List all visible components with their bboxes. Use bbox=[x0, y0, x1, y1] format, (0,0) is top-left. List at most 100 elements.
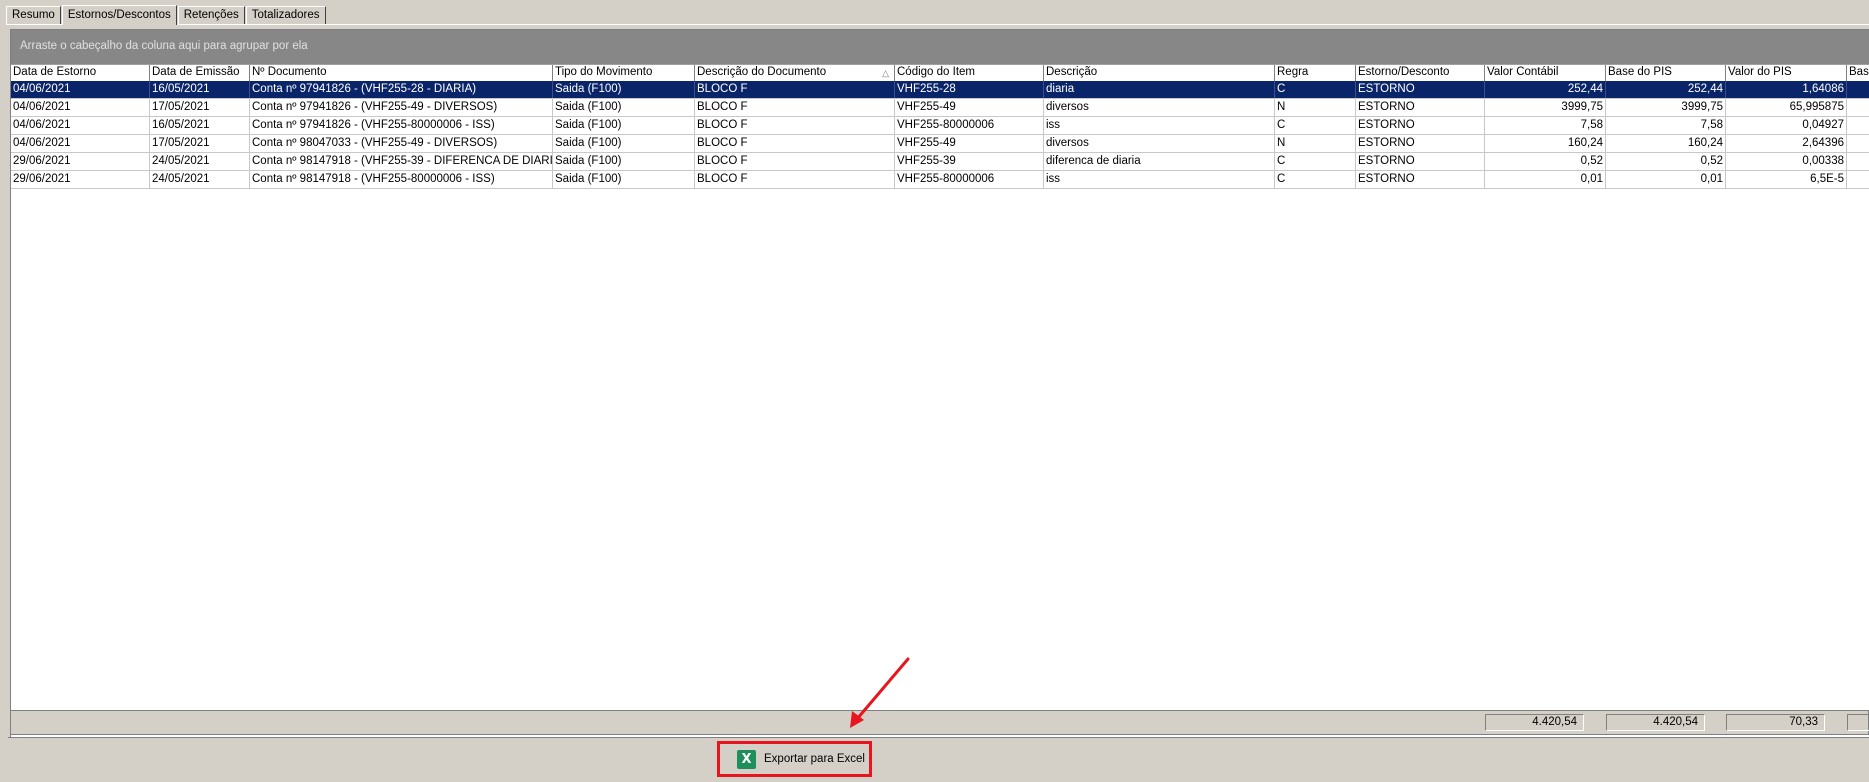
table-cell: 6,5E-5 bbox=[1726, 171, 1847, 188]
table-cell bbox=[1847, 171, 1869, 188]
table-cell: C bbox=[1275, 117, 1356, 134]
tab-resumo[interactable]: Resumo bbox=[6, 6, 61, 24]
table-cell: 0,01 bbox=[1606, 171, 1726, 188]
column-header[interactable]: Tipo do Movimento bbox=[553, 65, 695, 81]
table-row[interactable]: 04/06/2021 16/05/2021 Conta nº 97941826 - … bbox=[11, 81, 1869, 99]
table-cell: diversos bbox=[1044, 99, 1275, 116]
column-header[interactable]: Código do Item bbox=[895, 65, 1044, 81]
table-cell: ESTORNO bbox=[1356, 117, 1485, 134]
table-cell: iss bbox=[1044, 171, 1275, 188]
table-cell: ESTORNO bbox=[1356, 153, 1485, 170]
column-header-label: Descrição bbox=[1046, 66, 1098, 78]
table-cell: 252,44 bbox=[1485, 81, 1606, 98]
sort-ascending-icon: △ bbox=[882, 68, 889, 78]
column-header[interactable]: Regra bbox=[1275, 65, 1356, 81]
total-base-cut bbox=[1847, 714, 1869, 731]
table-cell: diversos bbox=[1044, 135, 1275, 152]
table-cell bbox=[1847, 99, 1869, 116]
group-by-panel[interactable]: Arraste o cabeçalho da coluna aqui para … bbox=[11, 30, 1869, 64]
tab-estornos-descontos[interactable]: Estornos/Descontos bbox=[61, 5, 177, 25]
table-cell bbox=[1847, 153, 1869, 170]
tab-strip: Resumo Estornos/Descontos Retenções Totaliz… bbox=[6, 4, 327, 25]
table-cell: iss bbox=[1044, 117, 1275, 134]
table-cell: 160,24 bbox=[1485, 135, 1606, 152]
table-cell: 24/05/2021 bbox=[150, 153, 250, 170]
data-grid: Arraste o cabeçalho da coluna aqui para … bbox=[10, 29, 1869, 737]
table-row[interactable]: 04/06/2021 16/05/2021 Conta nº 97941826 - … bbox=[11, 117, 1869, 135]
tab-reten-es[interactable]: Retenções bbox=[177, 6, 245, 24]
column-header-label: Valor do PIS bbox=[1728, 66, 1792, 78]
table-cell: 7,58 bbox=[1606, 117, 1726, 134]
total-valor-pis: 70,33 bbox=[1726, 714, 1825, 731]
table-cell: diferenca de diaria bbox=[1044, 153, 1275, 170]
column-header[interactable]: Nº Documento bbox=[250, 65, 553, 81]
table-cell: Saida (F100) bbox=[553, 81, 695, 98]
table-cell: N bbox=[1275, 135, 1356, 152]
table-row[interactable]: 29/06/2021 24/05/2021 Conta nº 98147918 - … bbox=[11, 153, 1869, 171]
table-cell: 04/06/2021 bbox=[11, 81, 150, 98]
table-cell: 0,04927 bbox=[1726, 117, 1847, 134]
table-cell: VHF255-80000006 bbox=[895, 171, 1044, 188]
table-cell: BLOCO F bbox=[695, 135, 895, 152]
table-cell: 3999,75 bbox=[1485, 99, 1606, 116]
table-cell: C bbox=[1275, 171, 1356, 188]
column-header-label: Regra bbox=[1277, 66, 1309, 78]
table-cell: 17/05/2021 bbox=[150, 135, 250, 152]
table-row[interactable]: 29/06/2021 24/05/2021 Conta nº 98147918 - … bbox=[11, 171, 1869, 189]
total-base-pis: 4.420,54 bbox=[1606, 714, 1705, 731]
excel-icon: X bbox=[737, 749, 756, 769]
table-cell: VHF255-80000006 bbox=[895, 117, 1044, 134]
column-header[interactable]: Valor do PIS bbox=[1726, 65, 1847, 81]
table-cell: BLOCO F bbox=[695, 99, 895, 116]
table-cell bbox=[1847, 117, 1869, 134]
table-cell: BLOCO F bbox=[695, 153, 895, 170]
table-cell: 252,44 bbox=[1606, 81, 1726, 98]
export-excel-button[interactable]: X Exportar para Excel bbox=[717, 741, 872, 777]
table-cell: Saida (F100) bbox=[553, 153, 695, 170]
column-header[interactable]: Data de Estorno bbox=[11, 65, 150, 81]
tab-totalizadores[interactable]: Totalizadores bbox=[245, 6, 326, 24]
table-cell: 16/05/2021 bbox=[150, 81, 250, 98]
table-cell: 29/06/2021 bbox=[11, 171, 150, 188]
table-cell: 0,01 bbox=[1485, 171, 1606, 188]
column-header-label: Base bbox=[1849, 66, 1869, 78]
table-row[interactable]: 04/06/2021 17/05/2021 Conta nº 98047033 - … bbox=[11, 135, 1869, 153]
column-header[interactable]: Base do PIS bbox=[1606, 65, 1726, 81]
table-cell: VHF255-49 bbox=[895, 135, 1044, 152]
divider bbox=[8, 737, 1869, 738]
table-cell: ESTORNO bbox=[1356, 171, 1485, 188]
totals-footer: 4.420,54 4.420,54 70,33 bbox=[10, 710, 1869, 735]
table-cell: Saida (F100) bbox=[553, 171, 695, 188]
grid-body: 04/06/2021 16/05/2021 Conta nº 97941826 - … bbox=[11, 81, 1869, 189]
table-cell: 04/06/2021 bbox=[11, 99, 150, 116]
table-cell: BLOCO F bbox=[695, 81, 895, 98]
table-cell: 29/06/2021 bbox=[11, 153, 150, 170]
table-cell: Conta nº 97941826 - (VHF255-49 - DIVERSO… bbox=[250, 99, 553, 116]
table-cell: 04/06/2021 bbox=[11, 117, 150, 134]
grid-header: Data de Estorno Data de Emissão Nº Documen… bbox=[11, 64, 1869, 81]
table-cell: Conta nº 98147918 - (VHF255-80000006 - I… bbox=[250, 171, 553, 188]
column-header[interactable]: Estorno/Desconto bbox=[1356, 65, 1485, 81]
column-header[interactable]: Descrição do Documento △ bbox=[695, 65, 895, 81]
table-cell: VHF255-39 bbox=[895, 153, 1044, 170]
table-cell: 17/05/2021 bbox=[150, 99, 250, 116]
export-excel-label: Exportar para Excel bbox=[764, 753, 865, 765]
table-cell: 04/06/2021 bbox=[11, 135, 150, 152]
table-cell: BLOCO F bbox=[695, 171, 895, 188]
table-cell: 160,24 bbox=[1606, 135, 1726, 152]
column-header-label: Nº Documento bbox=[252, 66, 327, 78]
table-cell bbox=[1847, 81, 1869, 98]
table-cell: diaria bbox=[1044, 81, 1275, 98]
table-cell: Saida (F100) bbox=[553, 99, 695, 116]
column-header[interactable]: Descrição bbox=[1044, 65, 1275, 81]
column-header[interactable]: Data de Emissão bbox=[150, 65, 250, 81]
table-cell: C bbox=[1275, 81, 1356, 98]
table-cell: 24/05/2021 bbox=[150, 171, 250, 188]
column-header[interactable]: Valor Contábil bbox=[1485, 65, 1606, 81]
column-header-label: Descrição do Documento bbox=[697, 66, 827, 78]
table-cell: BLOCO F bbox=[695, 117, 895, 134]
column-header[interactable]: Base bbox=[1847, 65, 1869, 81]
table-cell: C bbox=[1275, 153, 1356, 170]
table-row[interactable]: 04/06/2021 17/05/2021 Conta nº 97941826 - … bbox=[11, 99, 1869, 117]
table-cell: 65,995875 bbox=[1726, 99, 1847, 116]
